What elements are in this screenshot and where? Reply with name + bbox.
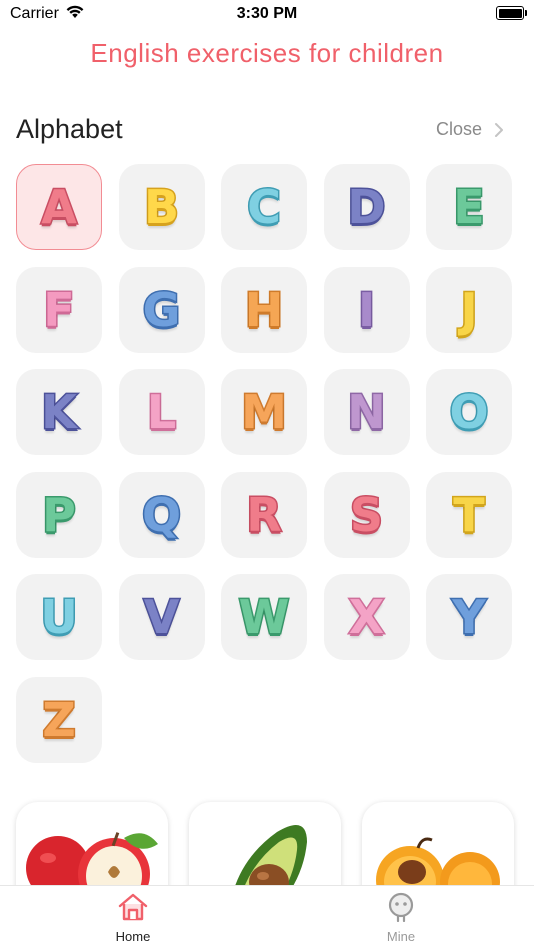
app-title: English exercises for children	[90, 38, 444, 68]
letter-glyph: J	[459, 282, 479, 337]
letter-glyph: C	[246, 180, 283, 234]
letter-glyph: Z	[41, 692, 77, 747]
letter-tile-z[interactable]: Z	[16, 676, 102, 763]
letter-glyph: N	[346, 385, 387, 439]
letter-tile-e[interactable]: E	[426, 164, 512, 250]
letter-tile-d[interactable]: D	[323, 164, 410, 250]
letter-glyph: Q	[140, 487, 182, 542]
letter-tile-w[interactable]: W	[221, 574, 307, 660]
letter-tile-a[interactable]: A	[16, 164, 102, 250]
letter-glyph: D	[346, 180, 387, 234]
close-label: Close	[435, 119, 482, 139]
letter-glyph: T	[452, 487, 486, 542]
home-icon	[118, 893, 148, 921]
letter-glyph: K	[40, 385, 79, 439]
letter-tile-k[interactable]: K	[16, 369, 102, 455]
letter-glyph: G	[141, 282, 182, 337]
tab-mine-label: Mine	[386, 929, 416, 944]
section-title: Alphabet	[16, 114, 123, 144]
letter-tile-g[interactable]: G	[118, 266, 205, 353]
letter-glyph: E	[452, 180, 486, 234]
tab-home[interactable]: Home	[63, 892, 203, 944]
letter-glyph: Y	[451, 590, 487, 644]
letter-tile-y[interactable]: Y	[426, 574, 512, 660]
letter-tile-m[interactable]: M	[221, 369, 307, 455]
letter-glyph: W	[237, 590, 291, 644]
letter-glyph: V	[142, 590, 181, 644]
letter-glyph: O	[448, 385, 490, 439]
letter-glyph: S	[348, 487, 384, 542]
letter-tile-i[interactable]: I	[323, 266, 410, 353]
letter-glyph: P	[41, 487, 78, 542]
letter-tile-t[interactable]: T	[426, 471, 512, 558]
letter-tile-n[interactable]: N	[323, 369, 410, 455]
letter-glyph: I	[356, 282, 376, 337]
letter-glyph: L	[145, 385, 177, 439]
letter-glyph: X	[347, 590, 386, 644]
letter-glyph: A	[40, 180, 79, 234]
letter-glyph: B	[142, 180, 180, 234]
chevron-right-icon	[495, 122, 503, 137]
letter-tile-f[interactable]: F	[16, 266, 102, 353]
letter-tile-r[interactable]: R	[221, 471, 307, 558]
letter-glyph: F	[42, 282, 76, 337]
letter-tile-s[interactable]: S	[323, 471, 410, 558]
letter-tile-x[interactable]: X	[323, 574, 410, 660]
user-icon	[388, 892, 414, 923]
letter-tile-b[interactable]: B	[118, 164, 205, 250]
tab-home-label: Home	[115, 929, 151, 944]
tab-bar: Home Mine	[0, 885, 534, 950]
tab-mine[interactable]: Mine	[331, 892, 471, 944]
letter-tile-v[interactable]: V	[118, 574, 205, 660]
letter-glyph: U	[39, 590, 79, 644]
letter-glyph: M	[240, 385, 289, 439]
letter-glyph: R	[245, 487, 283, 542]
letter-tile-l[interactable]: L	[118, 369, 205, 455]
letter-tile-h[interactable]: H	[221, 266, 307, 353]
letter-glyph: H	[243, 282, 284, 337]
letter-tile-j[interactable]: J	[426, 266, 512, 353]
letter-tile-q[interactable]: Q	[118, 471, 205, 558]
letter-tile-o[interactable]: O	[426, 369, 512, 455]
close-button[interactable]: Close	[436, 119, 504, 140]
letter-tile-u[interactable]: U	[16, 574, 102, 660]
alphabet-header: Alphabet Close	[16, 112, 504, 148]
battery-icon	[496, 6, 527, 20]
letter-tile-p[interactable]: P	[16, 471, 102, 558]
clock: 3:30 PM	[236, 5, 298, 22]
category-cards	[16, 802, 516, 912]
letter-tile-c[interactable]: C	[221, 164, 307, 250]
status-bar: Carrier 3:30 PM	[0, 0, 534, 30]
